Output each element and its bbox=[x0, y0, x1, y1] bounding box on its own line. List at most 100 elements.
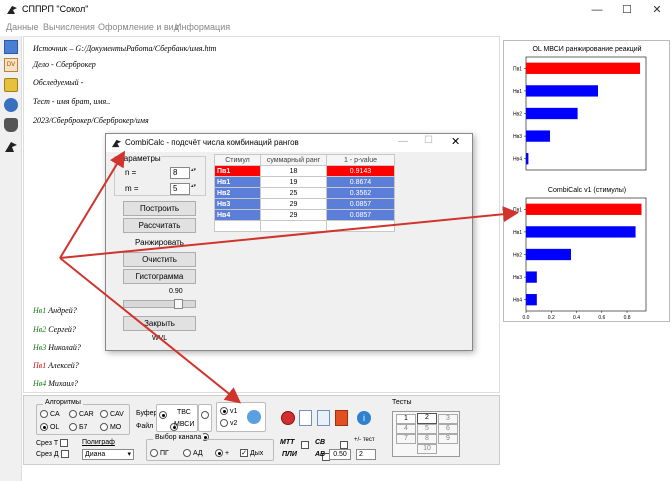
m-spinner[interactable]: 5 bbox=[170, 183, 197, 195]
checkbox-icon[interactable] bbox=[339, 440, 348, 449]
test-button[interactable]: 4 bbox=[396, 424, 416, 434]
document-icon[interactable]: DV bbox=[4, 58, 18, 72]
test-button[interactable]: 6 bbox=[438, 424, 458, 434]
calculate-button[interactable]: Рассчитать bbox=[123, 218, 196, 233]
test-button[interactable]: 7 bbox=[396, 434, 416, 444]
pdf-icon[interactable] bbox=[335, 410, 348, 426]
stimulus-cell[interactable]: Нв3 bbox=[214, 198, 261, 210]
empty-cell[interactable] bbox=[260, 220, 327, 232]
stimulus-cell[interactable]: Нв2 bbox=[214, 187, 261, 199]
algo-option[interactable]: Б7 bbox=[69, 423, 87, 431]
report-icon[interactable] bbox=[317, 410, 330, 426]
radio-icon[interactable] bbox=[100, 410, 108, 418]
radio-icon[interactable] bbox=[69, 423, 77, 431]
histogram-button[interactable]: Гистограмма bbox=[123, 269, 196, 284]
slider-handle[interactable] bbox=[174, 299, 183, 309]
combicalc-icon[interactable] bbox=[247, 410, 261, 424]
polygraph-select[interactable]: Диана ▾ bbox=[82, 449, 134, 460]
algo-option[interactable]: CA bbox=[40, 410, 60, 418]
user-icon[interactable] bbox=[4, 98, 18, 112]
threshold-slider[interactable] bbox=[123, 299, 196, 309]
radio-icon[interactable] bbox=[40, 410, 48, 418]
radio-icon[interactable] bbox=[220, 407, 228, 415]
radio-icon[interactable] bbox=[220, 419, 228, 427]
pm-test-select[interactable]: 2 bbox=[356, 449, 376, 460]
test-button[interactable]: 8 bbox=[417, 434, 437, 444]
test-button[interactable]: 5 bbox=[417, 424, 437, 434]
radio-icon[interactable] bbox=[201, 410, 209, 419]
checkbox-icon[interactable] bbox=[301, 440, 309, 449]
ad-option[interactable]: АД bbox=[183, 449, 203, 457]
test-button[interactable]: 10 bbox=[417, 444, 437, 454]
test-button[interactable]: 3 bbox=[438, 414, 458, 424]
table-row[interactable]: Нв4 29 0.0857 bbox=[214, 209, 395, 221]
radio-icon[interactable] bbox=[40, 423, 48, 431]
test-button[interactable]: 2 bbox=[417, 413, 437, 424]
table-row[interactable]: Нв3 29 0.0857 bbox=[214, 198, 395, 210]
table-row[interactable]: Пв1 18 0.9143 bbox=[214, 165, 395, 177]
algo-option[interactable]: OL bbox=[40, 423, 59, 431]
scroll-icon[interactable] bbox=[4, 78, 18, 92]
menu-appearance[interactable]: Оформление и вид bbox=[98, 22, 179, 32]
table-row[interactable] bbox=[214, 220, 395, 232]
radio-icon[interactable] bbox=[150, 449, 158, 457]
rank-cell[interactable]: 18 bbox=[260, 165, 327, 177]
clear-button[interactable]: Очистить bbox=[123, 252, 196, 267]
check-icon[interactable]: ✓ bbox=[240, 449, 248, 457]
radio-icon[interactable] bbox=[69, 410, 77, 418]
plus-option[interactable]: + bbox=[215, 449, 229, 457]
dyh-option[interactable]: ✓ Дых bbox=[240, 449, 263, 457]
rank-button[interactable]: Ранжировать bbox=[123, 235, 196, 250]
document-icon[interactable] bbox=[299, 410, 312, 426]
slice-d-option[interactable]: Срез Д bbox=[36, 450, 69, 458]
menu-calculations[interactable]: Вычисления bbox=[43, 22, 95, 32]
info-icon[interactable]: i bbox=[357, 411, 371, 425]
slice-t-option[interactable]: Срез Т bbox=[36, 439, 69, 447]
table-row[interactable]: Нв2 25 0.3562 bbox=[214, 187, 395, 199]
rank-cell[interactable]: 29 bbox=[260, 209, 327, 221]
notebook-icon[interactable] bbox=[4, 40, 18, 54]
n-spinner[interactable]: 8 bbox=[170, 167, 197, 179]
pvalue-cell[interactable]: 0.0857 bbox=[326, 198, 395, 210]
rank-cell[interactable]: 19 bbox=[260, 176, 327, 188]
menu-data[interactable]: Данные bbox=[6, 22, 39, 32]
empty-cell[interactable] bbox=[326, 220, 395, 232]
test-button[interactable]: 9 bbox=[438, 434, 458, 444]
flask-icon[interactable] bbox=[4, 118, 18, 132]
stimulus-cell[interactable]: Нв1 bbox=[214, 176, 261, 188]
empty-cell[interactable] bbox=[214, 220, 261, 232]
pvalue-cell[interactable]: 0.3562 bbox=[326, 187, 395, 199]
close-dialog-button[interactable]: Закрыть bbox=[123, 316, 196, 331]
record-icon[interactable] bbox=[281, 411, 295, 425]
rank-cell[interactable]: 29 bbox=[260, 198, 327, 210]
v1-option[interactable]: v1 bbox=[220, 407, 237, 415]
dialog-close-button[interactable]: ✕ bbox=[451, 135, 460, 148]
rank-cell[interactable]: 25 bbox=[260, 187, 327, 199]
dialog-maximize-button[interactable]: ☐ bbox=[424, 135, 433, 146]
av-input[interactable]: 0.50 bbox=[329, 449, 351, 460]
v2-option[interactable]: v2 bbox=[220, 419, 237, 427]
pvalue-cell[interactable]: 0.9143 bbox=[326, 165, 395, 177]
checkbox-icon[interactable] bbox=[60, 439, 69, 447]
radio-icon[interactable] bbox=[183, 449, 191, 457]
stimulus-cell[interactable]: Пв1 bbox=[214, 165, 261, 177]
build-button[interactable]: Построить bbox=[123, 201, 196, 216]
close-button[interactable]: ✕ bbox=[642, 2, 672, 18]
menu-info[interactable]: Информация bbox=[175, 22, 230, 32]
maximize-button[interactable]: ☐ bbox=[612, 2, 642, 18]
radio-icon[interactable] bbox=[215, 449, 223, 457]
radio-icon[interactable] bbox=[159, 410, 167, 419]
pvalue-cell[interactable]: 0.0857 bbox=[326, 209, 395, 221]
table-row[interactable]: Нв1 19 0.8674 bbox=[214, 176, 395, 188]
pg-option[interactable]: ПГ bbox=[150, 449, 169, 457]
algo-option[interactable]: CAR bbox=[69, 410, 94, 418]
algo-option[interactable]: MO bbox=[100, 423, 121, 431]
algo-option[interactable]: CAV bbox=[100, 410, 124, 418]
minimize-button[interactable]: — bbox=[582, 2, 612, 18]
stimulus-cell[interactable]: Нв4 bbox=[214, 209, 261, 221]
radio-icon[interactable] bbox=[100, 423, 108, 431]
dialog-minimize-button[interactable]: — bbox=[398, 136, 408, 147]
test-button[interactable]: 1 bbox=[396, 414, 416, 424]
pvalue-cell[interactable]: 0.8674 bbox=[326, 176, 395, 188]
falcon-icon[interactable] bbox=[4, 140, 18, 154]
